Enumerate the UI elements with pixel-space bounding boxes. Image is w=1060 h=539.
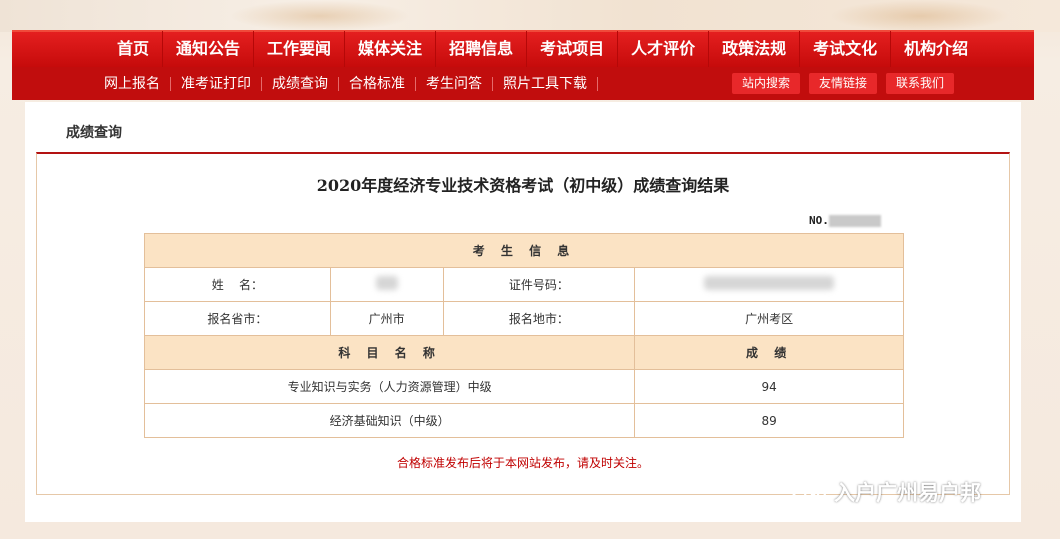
subnav-pass-standard[interactable]: 合格标准 <box>339 76 416 91</box>
name-value <box>329 267 444 302</box>
redacted-name <box>375 276 398 290</box>
content-panel: 成绩查询 2020年度经济专业技术资格考试（初中级）成绩查询结果 NO. 考 生… <box>25 102 1021 522</box>
score-header: 成 绩 <box>634 335 904 370</box>
redacted-number <box>828 215 881 227</box>
table-row: 报名省市： 广州市 报名地市： 广州考区 <box>144 301 904 336</box>
banner-decoration <box>230 0 410 32</box>
site-search-button[interactable]: 站内搜索 <box>731 73 800 94</box>
nav-exam-culture[interactable]: 考试文化 <box>800 31 892 68</box>
nav-about[interactable]: 机构介绍 <box>891 31 981 68</box>
table-row: 姓 名： 证件号码： <box>144 267 904 302</box>
subnav-admission-ticket[interactable]: 准考证打印 <box>171 76 262 91</box>
id-value <box>634 267 904 302</box>
friend-links-button[interactable]: 友情链接 <box>808 73 877 94</box>
nav-notices[interactable]: 通知公告 <box>163 31 255 68</box>
subject-header-row: 科 目 名 称 成 绩 <box>143 335 904 370</box>
watermark: 入户广州易户邦 <box>790 477 981 507</box>
wechat-icon <box>790 477 827 506</box>
watermark-text: 入户广州易户邦 <box>834 481 981 505</box>
result-title: 2020年度经济专业技术资格考试（初中级）成绩查询结果 <box>316 176 730 195</box>
id-label: 证件号码： <box>442 267 636 302</box>
candidate-section-header: 考 生 信 息 <box>144 233 904 268</box>
nav-work-news[interactable]: 工作要闻 <box>254 31 346 68</box>
result-card: 2020年度经济专业技术资格考试（初中级）成绩查询结果 NO. 考 生 信 息 … <box>36 152 1010 495</box>
subnav-faq[interactable]: 考生问答 <box>416 76 493 91</box>
subject-name: 经济基础知识（中级） <box>143 403 636 438</box>
subject-name-header: 科 目 名 称 <box>143 335 636 370</box>
pass-standard-note: 合格标准发布后将于本网站发布，请及时关注。 <box>396 456 649 470</box>
subject-score: 89 <box>634 403 904 438</box>
subnav-buttons: 站内搜索 友情链接 联系我们 <box>731 73 954 94</box>
province-label: 报名省市： <box>144 301 331 336</box>
breadcrumb: 成绩查询 <box>66 125 122 141</box>
record-number: NO. <box>809 214 881 227</box>
table-row: 专业知识与实务（人力资源管理）中级 94 <box>143 369 904 404</box>
province-value: 广州市 <box>329 301 444 336</box>
table-row: 经济基础知识（中级） 89 <box>143 403 904 438</box>
subject-name: 专业知识与实务（人力资源管理）中级 <box>143 369 636 404</box>
score-table: 考 生 信 息 姓 名： 证件号码： 报名省市： 广州市 报名地市： 广州考区 … <box>143 233 904 438</box>
nav-media[interactable]: 媒体关注 <box>345 31 437 68</box>
area-value: 广州考区 <box>634 301 904 336</box>
nav-policies[interactable]: 政策法规 <box>709 31 801 68</box>
record-number-label: NO. <box>809 214 829 227</box>
nav-home[interactable]: 首页 <box>104 31 164 68</box>
nav-exam-projects[interactable]: 考试项目 <box>527 31 619 68</box>
area-label: 报名地市： <box>442 301 636 336</box>
redacted-id <box>704 276 835 290</box>
name-label: 姓 名： <box>144 267 331 302</box>
contact-us-button[interactable]: 联系我们 <box>885 73 954 94</box>
sub-nav: 网上报名 准考证打印 成绩查询 合格标准 考生问答 照片工具下载 站内搜索 友情… <box>12 67 1034 100</box>
subnav-online-registration[interactable]: 网上报名 <box>94 76 171 91</box>
nav-recruitment[interactable]: 招聘信息 <box>436 31 528 68</box>
subnav-photo-tool[interactable]: 照片工具下载 <box>493 76 598 91</box>
navigation: 首页 通知公告 工作要闻 媒体关注 招聘信息 考试项目 人才评价 政策法规 考试… <box>12 30 1034 102</box>
subnav-score-query[interactable]: 成绩查询 <box>262 76 339 91</box>
banner-decoration <box>830 0 1010 32</box>
nav-talent-evaluation[interactable]: 人才评价 <box>618 31 710 68</box>
top-banner <box>0 0 1060 32</box>
candidate-header-row: 考 生 信 息 <box>144 233 904 268</box>
main-nav: 首页 通知公告 工作要闻 媒体关注 招聘信息 考试项目 人才评价 政策法规 考试… <box>12 30 1034 68</box>
subject-score: 94 <box>634 369 904 404</box>
